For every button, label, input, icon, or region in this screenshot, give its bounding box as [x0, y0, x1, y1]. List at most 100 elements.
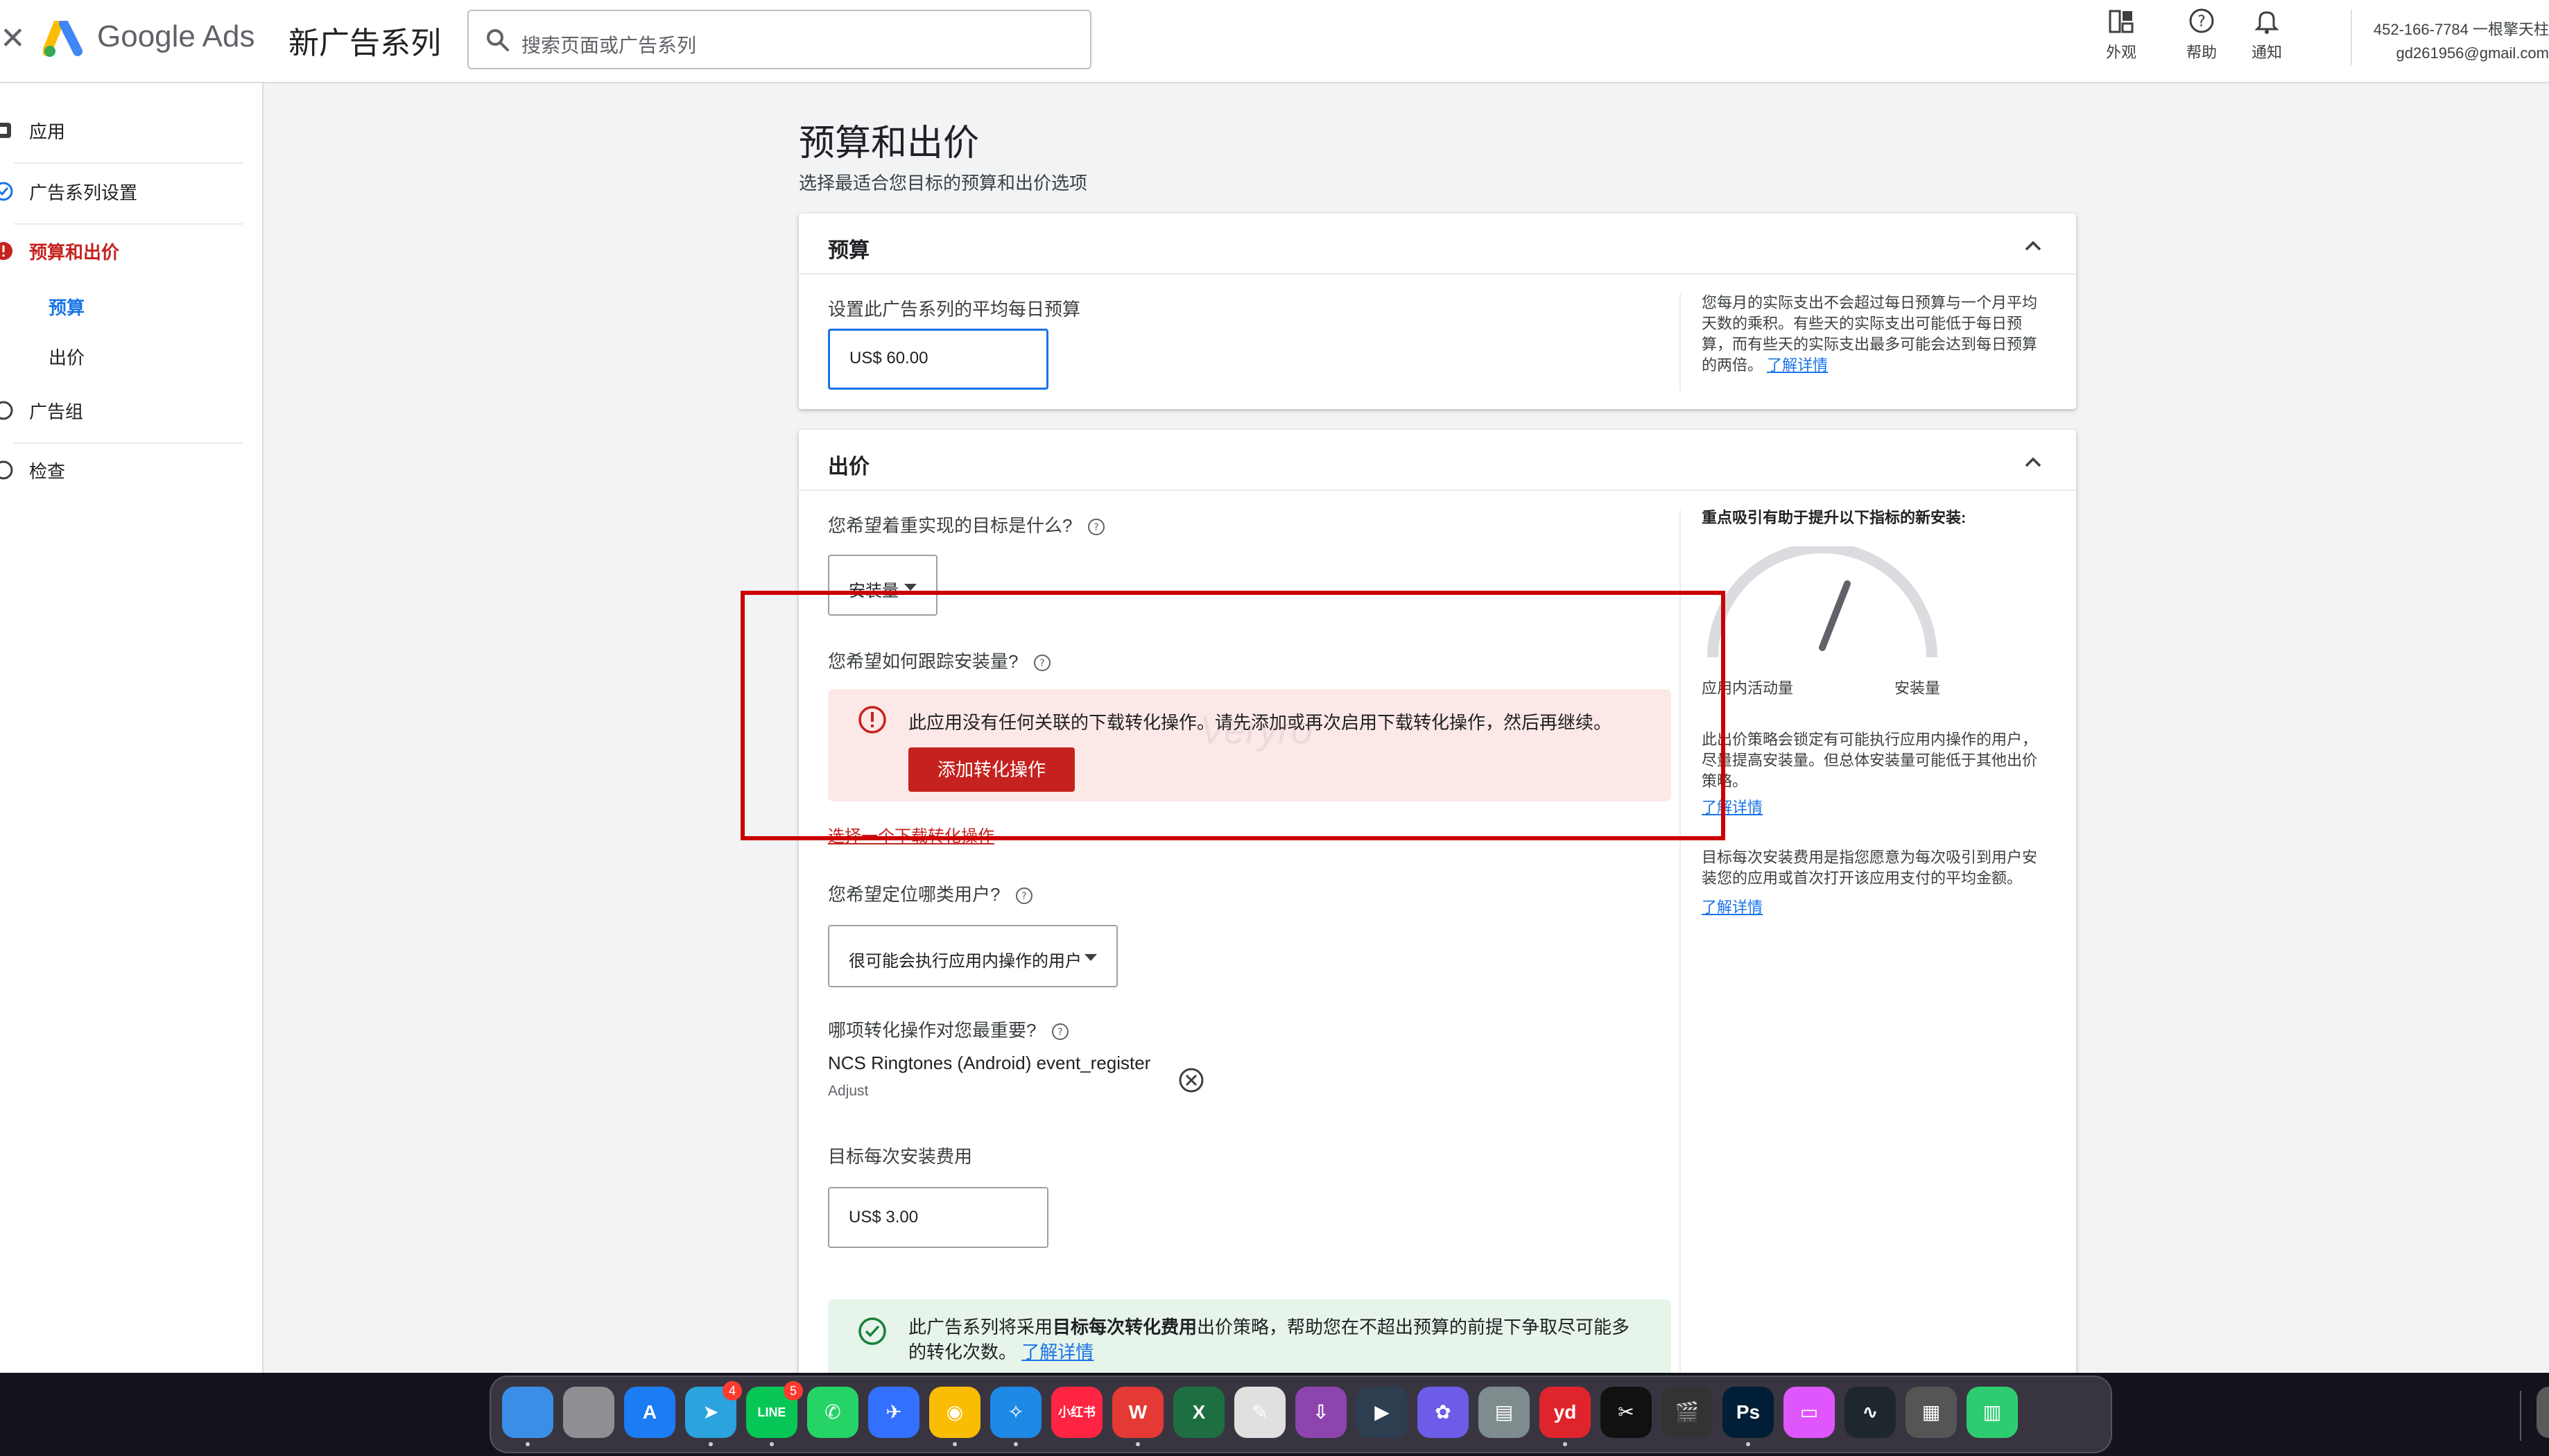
bell-icon [2254, 11, 2279, 34]
notifications-label: 通知 [2251, 44, 2282, 61]
target-cpi-label: 目标每次安装费用 [828, 1146, 973, 1167]
final-cut-dock-icon[interactable]: 🎬 [1661, 1387, 1713, 1438]
wps-dock-icon[interactable]: W [1112, 1387, 1164, 1438]
safari-dock-icon[interactable]: ✧ [990, 1387, 1042, 1438]
account-email: gd261956@gmail.com [2396, 44, 2549, 62]
pixelmator-glyph: ✿ [1435, 1401, 1451, 1423]
users-question-text: 您希望定位哪类用户? [828, 884, 1001, 905]
sidebar-subitem-budget[interactable]: 预算 [49, 294, 85, 320]
appearance-button[interactable]: 外观 [2083, 7, 2159, 69]
running-indicator [770, 1442, 774, 1446]
side-learn-more-link-2[interactable]: 了解详情 [1702, 897, 1763, 918]
sidebar-item-label: 检查 [29, 460, 66, 482]
sidebar-subitem-bidding[interactable]: 出价 [49, 344, 85, 370]
sidebar-divider [14, 442, 243, 444]
final-cut-glyph: 🎬 [1675, 1401, 1700, 1423]
close-icon[interactable]: ✕ [0, 24, 26, 54]
calculator-dock-icon[interactable]: ▦ [1906, 1387, 1957, 1438]
feishu-glyph: ✈ [885, 1401, 902, 1423]
xiaohongshu-dock-icon[interactable]: 小红书 [1051, 1387, 1103, 1438]
budget-card: 预算 设置此广告系列的平均每日预算 US$ 60.00 您每月的实际支出不会超过… [799, 214, 2076, 409]
brand-name: Google Ads [97, 19, 255, 53]
running-indicator [1563, 1442, 1567, 1446]
daily-budget-value: US$ 60.00 [849, 349, 928, 367]
infuse-dock-icon[interactable]: ▶ [1356, 1387, 1408, 1438]
conversion-question-text: 哪项转化操作对您最重要? [828, 1020, 1037, 1041]
launchpad-glyph [563, 1387, 614, 1438]
screen-sharing-dock-icon[interactable]: ▭ [1783, 1387, 1835, 1438]
budget-card-header[interactable]: 预算 [799, 214, 2076, 275]
bidding-card-title: 出价 [828, 456, 870, 478]
dropdown-caret-icon [1085, 954, 1097, 961]
activity-monitor-dock-icon[interactable]: ∿ [1844, 1387, 1896, 1438]
dock-separator [2520, 1391, 2521, 1441]
capcut-dock-icon[interactable]: ✂ [1600, 1387, 1652, 1438]
budget-label: 设置此广告系列的平均每日预算 [828, 299, 1081, 320]
help-icon[interactable]: ? [1051, 1023, 1069, 1041]
remove-circle-icon[interactable] [1177, 1066, 1205, 1094]
bidding-card-header[interactable]: 出价 [799, 430, 2076, 491]
preview-dock-icon[interactable]: ▤ [1478, 1387, 1530, 1438]
chevron-up-icon[interactable] [2021, 233, 2046, 258]
launchpad-dock-icon[interactable] [563, 1387, 614, 1438]
finder-dock-icon[interactable] [502, 1387, 553, 1438]
success-text-pre: 此广告系列将采用 [908, 1317, 1053, 1337]
trash-dock-icon[interactable]: 🗑 [2537, 1387, 2549, 1438]
running-indicator [526, 1442, 530, 1446]
youdao-glyph: yd [1553, 1401, 1577, 1423]
success-learn-more-link[interactable]: 了解详情 [1021, 1342, 1094, 1362]
empty-circle-icon [0, 460, 13, 480]
running-indicator [1746, 1442, 1750, 1446]
sidebar-item-label: 广告组 [29, 401, 84, 422]
preview-glyph: ▤ [1494, 1401, 1514, 1423]
line-dock-icon[interactable]: LINE 5 [746, 1381, 803, 1438]
success-message: 此广告系列将采用目标每次转化费用出价策略，帮助您在不超出预算的前提下争取尽可能多… [908, 1315, 1643, 1364]
dropdown-caret-icon [904, 584, 917, 591]
textedit-dock-icon[interactable]: ✎ [1234, 1387, 1286, 1438]
trash-glyph: 🗑 [2537, 1387, 2549, 1438]
feishu-dock-icon[interactable]: ✈ [868, 1387, 919, 1438]
help-icon[interactable]: ? [1087, 518, 1105, 536]
running-indicator [1014, 1442, 1018, 1446]
users-question: 您希望定位哪类用户? ? [828, 881, 1033, 906]
sidebar-divider [14, 223, 243, 225]
photoshop-dock-icon[interactable]: Ps [1722, 1387, 1774, 1438]
calculator-glyph: ▦ [1921, 1401, 1941, 1423]
gauge-chart [1707, 546, 1937, 658]
account-switcher[interactable]: 452-166-7784 一根擎天柱 gd261956@gmail.com [2374, 18, 2549, 65]
budget-learn-more-link[interactable]: 了解详情 [1767, 356, 1828, 374]
chrome-dock-icon[interactable]: ◉ [929, 1387, 980, 1438]
app-store-glyph: A [642, 1401, 657, 1423]
error-icon [0, 242, 12, 260]
numbers-glyph: ▥ [1982, 1401, 2002, 1423]
chevron-up-icon[interactable] [2021, 449, 2046, 474]
app-icon [0, 123, 11, 138]
wps-glyph: W [1128, 1401, 1148, 1423]
target-cpi-input[interactable]: US$ 3.00 [828, 1187, 1048, 1248]
numbers-dock-icon[interactable]: ▥ [1967, 1387, 2018, 1438]
target-users-select[interactable]: 很可能会执行应用内操作的用户 [828, 925, 1118, 987]
textedit-glyph: ✎ [1252, 1401, 1268, 1423]
youdao-dock-icon[interactable]: yd [1539, 1387, 1591, 1438]
daily-budget-input[interactable]: US$ 60.00 [828, 329, 1048, 390]
xiaohongshu-glyph: 小红书 [1058, 1405, 1096, 1419]
whatsapp-dock-icon[interactable]: ✆ [807, 1387, 858, 1438]
excel-glyph: X [1192, 1401, 1206, 1423]
sidebar-divider [14, 162, 243, 164]
running-indicator [953, 1442, 957, 1446]
notifications-button[interactable]: 通知 [2229, 7, 2305, 69]
pixelmator-dock-icon[interactable]: ✿ [1417, 1387, 1469, 1438]
help-icon[interactable]: ? [1015, 887, 1033, 905]
telegram-dock-icon[interactable]: ➤ 4 [685, 1381, 742, 1438]
search-placeholder: 搜索页面或广告系列 [521, 35, 697, 56]
header-divider [2351, 10, 2352, 65]
excel-dock-icon[interactable]: X [1173, 1387, 1225, 1438]
svg-text:?: ? [1021, 891, 1026, 902]
app-store-dock-icon[interactable]: A [624, 1387, 675, 1438]
search-input[interactable]: 搜索页面或广告系列 [467, 10, 1091, 69]
notification-badge: 5 [784, 1381, 803, 1401]
account-id: 452-166-7784 一根擎天柱 [2373, 21, 2549, 38]
check-circle-icon [858, 1317, 886, 1345]
downloader-dock-icon[interactable]: ⇩ [1295, 1387, 1347, 1438]
running-indicator [709, 1442, 713, 1446]
